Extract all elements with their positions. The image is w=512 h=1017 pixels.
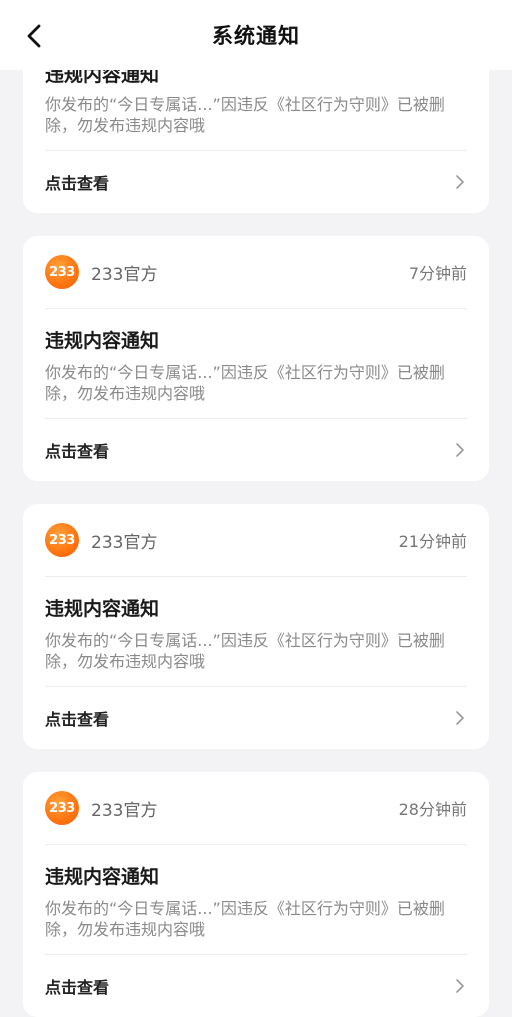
page-title: 系统通知 [212, 24, 300, 48]
view-details-label: 点击查看 [45, 174, 110, 193]
notification-card: 233 233官方 28分钟前 违规内容通知 你发布的“今日专属话...”因违反… [23, 772, 489, 1017]
sender-name: 233官方 [91, 532, 158, 553]
view-details-label: 点击查看 [45, 978, 110, 997]
avatar[interactable]: 233 [45, 523, 79, 557]
top-bar: 系统通知 [0, 0, 512, 70]
sender-name: 233官方 [91, 800, 158, 821]
chevron-right-icon [455, 442, 471, 458]
view-details-button[interactable]: 点击查看 [23, 419, 489, 481]
notification-body: 你发布的“今日专属话...”因违反《社区行为守则》已被删除，勿发布违规内容哦 [45, 95, 445, 135]
chevron-right-icon [455, 174, 471, 190]
view-details-button[interactable]: 点击查看 [23, 687, 489, 749]
avatar[interactable]: 233 [45, 255, 79, 289]
timestamp: 28分钟前 [398, 800, 467, 819]
card-header: 233 233官方 7分钟前 [45, 236, 467, 309]
view-details-button[interactable]: 点击查看 [23, 151, 489, 213]
avatar[interactable]: 233 [45, 791, 79, 825]
card-header: 233 233官方 28分钟前 [45, 772, 467, 845]
view-details-button[interactable]: 点击查看 [23, 955, 489, 1017]
chevron-left-icon [27, 24, 41, 48]
view-details-label: 点击查看 [45, 710, 110, 729]
notification-body: 你发布的“今日专属话...”因违反《社区行为守则》已被删除，勿发布违规内容哦 [45, 631, 445, 671]
notification-card: 233 233官方 7分钟前 违规内容通知 你发布的“今日专属话...”因违反《… [23, 236, 489, 481]
back-button[interactable] [18, 20, 50, 52]
view-details-label: 点击查看 [45, 442, 110, 461]
card-header: 233 233官方 21分钟前 [45, 504, 467, 577]
chevron-right-icon [455, 978, 471, 994]
notification-title: 违规内容通知 [45, 330, 160, 352]
timestamp: 7分钟前 [408, 264, 467, 283]
notification-body: 你发布的“今日专属话...”因违反《社区行为守则》已被删除，勿发布违规内容哦 [45, 363, 445, 403]
notification-title: 违规内容通知 [45, 598, 160, 620]
timestamp: 21分钟前 [398, 532, 467, 551]
chevron-right-icon [455, 710, 471, 726]
notification-title: 违规内容通知 [45, 866, 160, 888]
sender-name: 233官方 [91, 264, 158, 285]
notification-card: 233 233官方 21分钟前 违规内容通知 你发布的“今日专属话...”因违反… [23, 504, 489, 749]
notification-body: 你发布的“今日专属话...”因违反《社区行为守则》已被删除，勿发布违规内容哦 [45, 899, 445, 939]
